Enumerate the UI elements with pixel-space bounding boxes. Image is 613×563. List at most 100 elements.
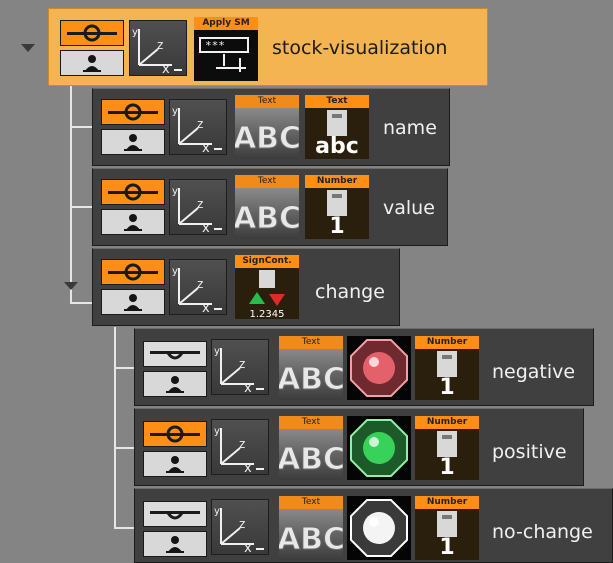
camera-toggle-button[interactable] [143, 371, 207, 397]
text-plugin[interactable]: Text ABC [279, 416, 343, 480]
tree-node-name[interactable]: y zx Text ABC Text abc name [92, 88, 450, 166]
camera-toggle-button[interactable] [143, 531, 207, 557]
tree-line [114, 327, 116, 529]
lock-open-icon [67, 24, 117, 42]
lock-toggle-button[interactable] [101, 259, 165, 285]
plugin-caption: Number [305, 175, 369, 188]
apply-sm-plugin[interactable]: Apply SM *** [194, 17, 258, 81]
tree-node-negative[interactable]: y zx Text ABC Number 1 negative [134, 328, 594, 406]
text-abc-icon: ABC [279, 522, 343, 558]
text-plugin[interactable]: Text ABC [279, 496, 343, 560]
number-data-plugin[interactable]: Number 1 [415, 416, 479, 480]
data-glyph: 1.2345 [250, 309, 285, 319]
plugin-caption: Text [235, 175, 299, 188]
plugin-text: *** [205, 39, 225, 52]
node-label: negative [492, 361, 576, 383]
visibility-toggle[interactable] [143, 501, 207, 557]
lock-toggle-button[interactable] [143, 421, 207, 447]
sign-container-plugin[interactable]: SignCont. 1.2345 [235, 255, 299, 319]
number-data-plugin[interactable]: Number 1 [415, 336, 479, 400]
lock-open-icon [108, 263, 158, 281]
tree-line [114, 367, 134, 369]
svg-text:z: z [239, 357, 245, 371]
number-data-plugin[interactable]: Number 1 [305, 175, 369, 239]
text-plugin[interactable]: Text ABC [279, 336, 343, 400]
tree-node-root[interactable]: y zx Apply SM *** stock-visualization [48, 8, 488, 86]
lock-toggle-button[interactable] [60, 20, 124, 46]
text-abc-icon: ABC [235, 201, 299, 237]
node-label: no-change [492, 521, 593, 543]
text-plugin[interactable]: Text ABC [235, 175, 299, 239]
tree-line [114, 527, 134, 529]
node-label: name [383, 117, 437, 139]
text-data-plugin[interactable]: Text abc [305, 95, 369, 159]
visibility-toggle[interactable] [101, 179, 165, 235]
svg-text:z: z [239, 517, 245, 531]
lock-open-icon [108, 183, 158, 201]
svg-text:y: y [172, 186, 178, 197]
material-ball-red-icon[interactable] [347, 336, 411, 400]
camera-toggle-button[interactable] [101, 129, 165, 155]
transform-icon[interactable]: y zx [169, 179, 227, 235]
lock-closed-icon [150, 351, 200, 360]
scene-tree-canvas: yzx Apply SM *** stock-visualization y z… [0, 0, 613, 563]
visibility-toggle[interactable] [143, 421, 207, 477]
lock-toggle-button[interactable] [101, 99, 165, 125]
person-icon [166, 456, 184, 473]
tree-node-positive[interactable]: y zx Text ABC Number 1 positive [134, 408, 584, 486]
plugin-caption: Number [415, 496, 479, 509]
svg-text:z: z [197, 277, 203, 291]
number-data-plugin[interactable]: Number 1 [415, 496, 479, 560]
transform-icon[interactable]: y zx [211, 499, 269, 555]
camera-toggle-button[interactable] [60, 50, 124, 76]
visibility-toggle[interactable] [143, 341, 207, 397]
text-abc-icon: ABC [279, 362, 343, 398]
plugin-caption: Text [279, 336, 343, 349]
lock-toggle-button[interactable] [143, 501, 207, 527]
tree-node-no-change[interactable]: y zx Text ABC Number 1 no-change [134, 488, 613, 563]
expand-root-icon[interactable] [21, 44, 35, 52]
transform-icon[interactable]: y zx [169, 99, 227, 155]
plugin-caption: Apply SM [194, 17, 258, 30]
material-ball-white-icon[interactable] [347, 496, 411, 560]
text-plugin[interactable]: Text ABC [235, 95, 299, 159]
tree-node-change[interactable]: y zx SignCont. 1.2345 change [92, 248, 400, 326]
tree-line [114, 447, 134, 449]
data-glyph: 1 [439, 455, 454, 480]
text-glyph: ABC [279, 522, 343, 557]
tree-line [70, 302, 92, 304]
lock-toggle-button[interactable] [101, 179, 165, 205]
node-label: stock-visualization [272, 37, 448, 59]
person-icon [124, 214, 142, 231]
camera-toggle-button[interactable] [101, 289, 165, 315]
data-glyph: abc [315, 134, 359, 159]
visibility-toggle[interactable] [60, 20, 124, 76]
expand-change-icon[interactable] [64, 282, 78, 290]
person-icon [124, 294, 142, 311]
person-icon [83, 55, 101, 72]
material-ball-green-icon[interactable] [347, 416, 411, 480]
visibility-toggle[interactable] [101, 99, 165, 155]
plugin-caption: Text [279, 496, 343, 509]
lock-toggle-button[interactable] [143, 341, 207, 367]
svg-text:y: y [132, 27, 138, 38]
svg-text:x: x [162, 62, 170, 75]
data-field-icon: abc [315, 110, 359, 159]
transform-icon[interactable]: y zx [129, 20, 187, 76]
transform-icon[interactable]: y zx [211, 339, 269, 395]
transform-icon[interactable]: y zx [211, 419, 269, 475]
visibility-toggle[interactable] [101, 259, 165, 315]
svg-text:x: x [202, 221, 210, 234]
svg-text:x: x [244, 541, 252, 554]
svg-text:z: z [157, 38, 163, 52]
plugin-caption: Number [415, 336, 479, 349]
data-glyph: 1 [329, 214, 344, 239]
lock-open-icon [108, 103, 158, 121]
camera-toggle-button[interactable] [101, 209, 165, 235]
transform-icon[interactable]: y zx [169, 259, 227, 315]
tree-line [70, 206, 92, 208]
text-abc-icon: ABC [279, 442, 343, 478]
tree-node-value[interactable]: y zx Text ABC Number 1 value [92, 168, 448, 246]
camera-toggle-button[interactable] [143, 451, 207, 477]
text-abc-icon: ABC [235, 121, 299, 157]
